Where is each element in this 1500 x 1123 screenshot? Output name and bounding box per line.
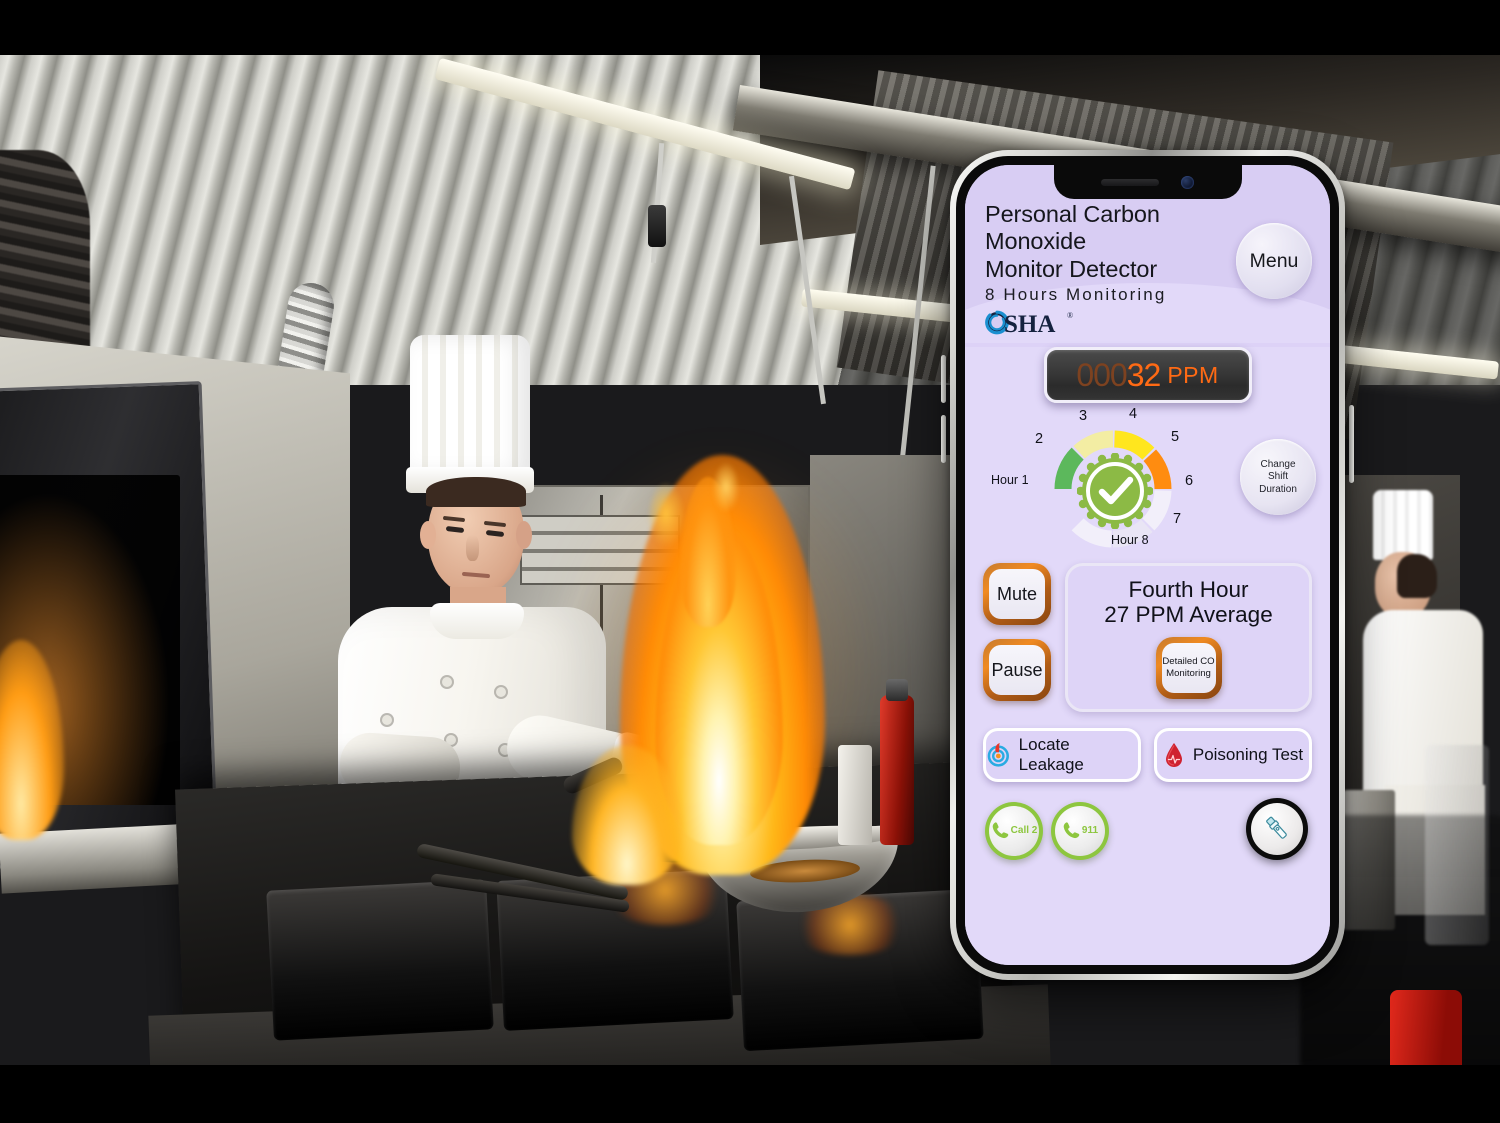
chef-ear-right (516, 521, 532, 549)
call-2-button[interactable]: Call 2 (985, 801, 1043, 860)
gauge-tick-4: 4 (1129, 406, 1138, 423)
phone-notch (1053, 165, 1242, 199)
flashlight-face (1251, 802, 1303, 855)
chef-nose (466, 535, 479, 561)
poisoning-test-button[interactable]: Poisoning Test (1154, 727, 1312, 782)
detailed-line2: Monitoring (1166, 667, 1211, 679)
volume-down-button[interactable] (941, 415, 946, 463)
target-radar-icon (987, 743, 1009, 767)
power-button[interactable] (1349, 405, 1354, 483)
average-hour-label: Fourth Hour (1128, 577, 1249, 603)
chef-sleeve-button (382, 715, 392, 725)
front-camera-icon (1181, 175, 1194, 189)
burner-grate-1 (266, 879, 494, 1041)
action-buttons-row: Locate Leakage Poisoning Test (983, 727, 1312, 782)
chef-button-2 (496, 687, 506, 697)
gauge-tick-3: 3 (1079, 408, 1088, 425)
change-shift-duration-button[interactable]: Change Shift Duration (1240, 439, 1316, 516)
page-title-line1: Personal Carbon Monoxide (985, 201, 1160, 255)
page-title: Personal Carbon Monoxide Monitor Detecto… (985, 201, 1265, 283)
shift-gauge-row: Hour 1 Hour 8 2 3 4 5 6 7 Change Shift D… (983, 406, 1316, 557)
pause-button-label: Pause (989, 645, 1045, 696)
control-buttons-column: Mute Pause (983, 563, 1051, 711)
volume-up-button[interactable] (941, 355, 946, 403)
red-bottle-foreground (1390, 990, 1462, 1065)
letterbox-top (0, 0, 1500, 55)
gauge-tick-7: 7 (1173, 511, 1182, 528)
call-911-label: 911 (1081, 825, 1099, 836)
chef-hair (426, 477, 526, 507)
average-ppm-label: 27 PPM Average (1104, 601, 1273, 627)
bottom-bar: Call 2 911 (983, 797, 1312, 872)
pause-button[interactable]: Pause (983, 639, 1051, 702)
gauge-tick-2: 2 (1035, 431, 1044, 448)
shift-line2: Shift (1267, 471, 1288, 483)
poisoning-test-label: Poisoning Test (1192, 744, 1304, 764)
call-911-button[interactable]: 911 (1051, 801, 1109, 860)
flashlight-button[interactable] (1246, 797, 1308, 860)
detailed-button-text: Detailed CO Monitoring (1161, 642, 1216, 693)
shift-line3: Duration (1259, 483, 1297, 495)
pepper-mill-cap (886, 679, 908, 701)
mute-button-label: Mute (989, 569, 1045, 620)
phone-bezel: Personal Carbon Monoxide Monitor Detecto… (956, 156, 1339, 974)
ppm-readout-wrap: 000 32 PPM (983, 347, 1312, 404)
flashlight-icon (1266, 816, 1287, 839)
shift-gauge[interactable]: Hour 1 Hour 8 2 3 4 5 6 7 (991, 406, 1207, 557)
menu-button[interactable]: Menu (1236, 223, 1312, 299)
call-911-face: 911 (1055, 805, 1105, 856)
page-title-line2: Monitor Detector (985, 255, 1158, 282)
letterbox-bottom (0, 1065, 1500, 1123)
ppm-readout: 000 32 PPM (1043, 347, 1252, 404)
white-container (838, 745, 872, 845)
osha-logo: SHA ® (985, 307, 1310, 337)
call-2-label: Call 2 (1010, 825, 1038, 836)
ppm-leading-zeros: 000 (1076, 356, 1127, 393)
locate-leakage-label: Locate Leakage (1018, 734, 1084, 774)
app-screen: Personal Carbon Monoxide Monitor Detecto… (965, 165, 1330, 965)
svg-text:SHA: SHA (1004, 311, 1055, 337)
screenshot-stage: Personal Carbon Monoxide Monitor Detecto… (0, 0, 1500, 1123)
foreground-glass (1425, 745, 1489, 945)
controls-row: Mute Pause Fourth Hour 27 PPM Average De… (983, 563, 1312, 712)
chef-collar (430, 603, 524, 639)
hour-average-panel: Fourth Hour 27 PPM Average Detailed CO M… (1065, 563, 1312, 712)
call-2-face: Call 2 (989, 805, 1039, 856)
locate-leakage-button[interactable]: Locate Leakage (983, 727, 1141, 782)
phone-handset-icon (992, 822, 1008, 839)
earpiece-speaker-icon (1101, 178, 1159, 186)
red-pepper-mill (880, 695, 914, 845)
chef2-hair (1397, 554, 1437, 598)
detailed-line1: Detailed CO (1162, 656, 1215, 667)
detailed-co-monitoring-button[interactable]: Detailed CO Monitoring (1155, 636, 1222, 699)
ppm-value: 32 (1126, 356, 1162, 393)
status-ok-badge-icon (1076, 452, 1154, 531)
chef-hat (410, 335, 530, 475)
app-body: 000 32 PPM Hour 1 Hour 8 2 3 4 5 6 7 Cha… (965, 347, 1330, 965)
hanging-sprinkler-head (648, 205, 666, 247)
osha-swirl-icon: SHA ® (985, 311, 1073, 337)
shift-line1: Change (1260, 459, 1296, 471)
gauge-label-hour8: Hour 8 (1111, 533, 1149, 548)
chef-ear-left (420, 521, 436, 549)
blood-drop-icon (1165, 742, 1182, 767)
svg-text:®: ® (1067, 311, 1073, 320)
chef2-hat (1373, 490, 1433, 560)
gauge-tick-6: 6 (1185, 473, 1194, 490)
gauge-label-hour1: Hour 1 (991, 473, 1029, 488)
gauge-tick-5: 5 (1171, 429, 1180, 446)
chef-button-1 (442, 677, 452, 687)
ppm-unit: PPM (1167, 361, 1219, 388)
mute-button[interactable]: Mute (983, 563, 1051, 626)
phone-handset-icon (1063, 822, 1080, 839)
smartphone-device: Personal Carbon Monoxide Monitor Detecto… (941, 150, 1354, 980)
